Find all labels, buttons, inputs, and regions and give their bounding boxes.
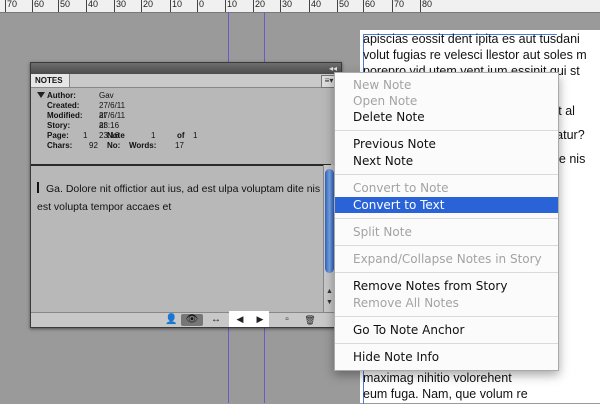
text-line: eum fuga. Nam, que volum re [363,387,528,401]
modified-label: Modified: [47,111,83,120]
ruler-label: 80 [422,0,433,9]
notes-panel[interactable]: ◂◂ NOTES ≡▾ Author: Gav Created: 27/6/11… [30,62,342,328]
ruler-label: 10 [227,0,238,9]
scroll-down-icon[interactable]: ▼ [326,299,333,307]
menu-item-next-note[interactable]: Next Note [335,153,558,169]
author-label: Author: [47,91,76,100]
ruler-label: 0 [199,0,205,9]
chars-value: 92 [89,141,98,150]
ruler-label: 70 [394,0,405,9]
menu-separator [335,174,558,175]
menu-item-convert-to-note[interactable]: Convert to Note [335,180,558,196]
panel-titlebar[interactable]: ◂◂ [31,63,341,74]
menu-item-previous-note[interactable]: Previous Note [335,136,558,152]
notes-context-menu: New Note Open Note Delete Note Previous … [334,72,559,371]
ruler-label: 70 [7,0,18,9]
ruler-label: 30 [116,0,127,9]
new-note-icon[interactable]: ▫ [281,314,293,326]
menu-separator [335,130,558,131]
menu-item-split-note[interactable]: Split Note [335,224,558,240]
ruler-label: 50 [60,0,71,9]
ruler-label: 20 [143,0,154,9]
previous-note-icon[interactable]: ◀ [235,313,245,325]
story-label: Story: [47,121,71,130]
menu-item-remove-notes-from-story[interactable]: Remove Notes from Story [335,278,558,294]
words-label: Words: [129,141,157,150]
page-label: Page: [47,131,69,140]
chars-label: Chars: [47,141,73,150]
eye-icon[interactable]: 👁 [181,314,203,326]
document-bottom-text: maximag nihitio volorehent eum fuga. Nam… [363,370,528,402]
menu-separator [335,245,558,246]
menu-item-delete-note[interactable]: Delete Note [335,109,558,125]
disclosure-triangle-icon[interactable] [37,92,45,98]
menu-item-hide-note-info[interactable]: Hide Note Info [335,349,558,365]
ruler-label: 40 [311,0,322,9]
ruler-label: 60 [365,0,376,9]
menu-separator [335,316,558,317]
menu-item-remove-all-notes[interactable]: Remove All Notes [335,295,558,311]
menu-item-go-to-note-anchor[interactable]: Go To Note Anchor [335,322,558,338]
note-text[interactable]: Ga. Dolore nit offictior aut ius, ad est… [37,180,322,216]
ruler-label: 50 [339,0,350,9]
note-navigation: ◀ ▶ [229,311,269,327]
note-content: Ga. Dolore nit offictior aut ius, ad est… [37,183,321,213]
page-value: 1 [83,131,88,140]
panel-bottom-bar: 👤 👁 ↔ ◀ ▶ ▫ 🗑 [31,311,341,327]
menu-item-new-note[interactable]: New Note [335,77,558,93]
tab-notes[interactable]: NOTES [31,74,70,87]
text-cursor-icon [37,182,45,193]
menu-separator [335,218,558,219]
scroll-thumb[interactable] [325,169,334,273]
trash-icon[interactable]: 🗑 [303,314,317,326]
words-value: 17 [175,141,184,150]
of-value: 1 [193,131,198,140]
ruler-label: 60 [34,0,45,9]
ruler-label: 40 [88,0,99,9]
created-label: Created: [47,101,80,110]
menu-item-convert-to-text[interactable]: Convert to Text [335,197,558,213]
menu-separator [335,343,558,344]
menu-item-open-note[interactable]: Open Note [335,93,558,109]
note-no-label: Note No: [107,131,125,150]
person-icon[interactable]: 👤 [165,314,177,326]
ruler-label: 20 [255,0,266,9]
ruler-label: 10 [172,0,183,9]
horizontal-ruler[interactable]: 70 60 50 40 30 20 10 0 10 20 30 40 50 60… [0,0,600,13]
author-value: Gav [99,91,114,100]
scroll-up-icon[interactable]: ▲ [326,288,333,296]
next-note-icon[interactable]: ▶ [255,313,265,325]
menu-separator [335,272,558,273]
note-text-area[interactable]: Ga. Dolore nit offictior aut ius, ad est… [31,166,323,310]
note-no-value: 1 [151,131,156,140]
ruler-label: 30 [282,0,293,9]
menu-item-expand-collapse-notes[interactable]: Expand/Collapse Notes in Story [335,251,558,267]
of-label: of [177,131,185,140]
panel-tab-row: NOTES ≡▾ [31,74,341,88]
text-line: maximag nihitio volorehent [363,371,512,385]
split-arrows-icon[interactable]: ↔ [207,314,225,326]
